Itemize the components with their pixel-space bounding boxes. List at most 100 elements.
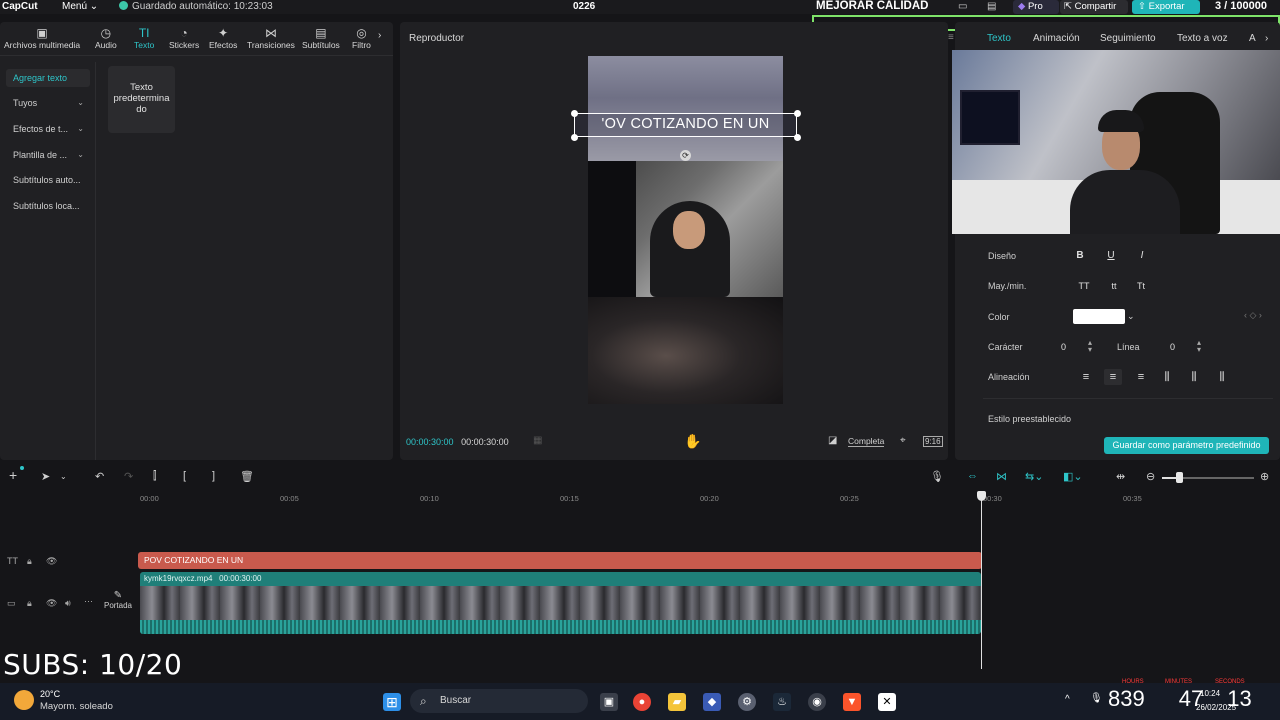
settings-icon[interactable]: ⚙ [738, 693, 756, 711]
align-top-icon[interactable]: ⫼ [1158, 369, 1176, 385]
chevron-down-icon[interactable]: ⌄ [60, 472, 67, 481]
eye-icon[interactable]: 👁︎ [46, 556, 57, 567]
resize-handle[interactable] [794, 110, 801, 117]
tab-audio[interactable]: ◷ Audio [95, 26, 117, 50]
snap-icon[interactable]: ⇆⌄ [1025, 470, 1043, 483]
tab-text-to-speech[interactable]: Texto a voz [1177, 33, 1228, 44]
trim-left-icon[interactable]: [ [183, 470, 186, 482]
tab-captions[interactable]: ▤ Subtítulos [302, 26, 340, 50]
more-icon[interactable]: ⋯ [84, 596, 93, 607]
video-preview[interactable] [588, 56, 783, 404]
chevron-up-icon[interactable]: ^ [1065, 694, 1070, 705]
clock-date[interactable]: 26/02/2025 [1196, 703, 1236, 712]
microphone-icon[interactable]: 🎙 [930, 470, 944, 483]
text-overlay-box[interactable]: 'OV COTIZANDO EN UN [574, 113, 797, 137]
align-left-icon[interactable]: ≡ [1077, 369, 1095, 385]
chevron-right-icon[interactable]: › [378, 30, 381, 41]
pro-button[interactable]: ◆ Pro [1013, 0, 1059, 14]
eye-icon[interactable]: 👁︎ [46, 598, 57, 609]
cursor-icon[interactable]: ➤ [41, 470, 50, 483]
tab-filters[interactable]: ◎ Filtro [352, 26, 371, 50]
task-view-icon[interactable]: ▣ [600, 693, 618, 711]
tab-animation[interactable]: Animación [1033, 33, 1080, 44]
trim-right-icon[interactable]: ] [212, 470, 215, 482]
align-bottom-icon[interactable]: ⫼ [1213, 369, 1231, 385]
zoom-slider-thumb[interactable] [1176, 472, 1183, 483]
taskbar-search[interactable]: ⌕ Buscar [410, 689, 588, 713]
volume-icon[interactable]: 🔊︎ [65, 598, 71, 609]
tab-more[interactable]: A [1249, 33, 1256, 44]
weather-sun-icon[interactable] [14, 690, 34, 710]
align-center-icon[interactable]: ≡ [1104, 369, 1122, 385]
chevron-down-icon[interactable]: ⌄ [1127, 311, 1135, 322]
category-mine[interactable]: Tuyos ⌄ [6, 94, 90, 112]
ratio-icon[interactable]: ◪ [828, 435, 837, 446]
category-text-effects[interactable]: Efectos de t... ⌄ [6, 120, 90, 138]
zoom-in-icon[interactable]: ⊕ [1260, 470, 1269, 483]
stepper-icon[interactable]: ▴ ▾ [1197, 339, 1201, 354]
windows-start-icon[interactable]: ⊞ [383, 693, 401, 711]
save-preset-button[interactable]: Guardar como parámetro predefinido [1104, 437, 1269, 454]
bold-button[interactable]: B [1071, 248, 1089, 264]
share-button[interactable]: ⇱ Compartir [1060, 0, 1128, 14]
redo-icon[interactable]: ↷ [124, 470, 133, 483]
cover-button[interactable]: ✎ Portada [102, 590, 134, 618]
menu-button[interactable]: Menú ⌄ [62, 1, 98, 12]
tab-text-props[interactable]: Texto [987, 33, 1011, 44]
aspect-ratio[interactable]: 9:16 [923, 436, 943, 447]
shortcuts-icon[interactable]: ▤ [987, 1, 996, 12]
clock-time[interactable]: 10:24 [1200, 689, 1220, 698]
zoom-out-icon[interactable]: ⊖ [1146, 470, 1155, 483]
menu-icon[interactable]: ≡ [948, 32, 954, 43]
resize-handle[interactable] [571, 134, 578, 141]
app-icon[interactable]: ◆ [703, 693, 721, 711]
category-templates[interactable]: Plantilla de ... ⌄ [6, 146, 90, 164]
lock-icon[interactable]: 🔒︎ [27, 556, 32, 567]
folder-icon[interactable]: ▰ [668, 693, 686, 711]
resize-handle[interactable] [571, 110, 578, 117]
magnet-icon[interactable]: ⋈ [996, 470, 1007, 483]
split-icon[interactable]: ⫿ [153, 470, 157, 483]
color-swatch[interactable] [1073, 309, 1125, 324]
default-text-card[interactable]: Texto predetermina do [108, 66, 175, 133]
align-middle-icon[interactable]: ⫼ [1185, 369, 1203, 385]
weather-desc[interactable]: Mayorm. soleado [40, 701, 113, 712]
capcut-icon[interactable]: ✕ [878, 693, 896, 711]
timeline-toggle-icon[interactable]: ▦ [533, 435, 542, 446]
video-clip[interactable]: kymk19rvqxcz.mp4 00:00:30:00 [140, 572, 981, 634]
tab-transitions[interactable]: ⋈ Transiciones [247, 26, 295, 50]
link-icon[interactable]: ⇔ [967, 470, 978, 482]
delete-icon[interactable]: 🗑 [240, 470, 254, 483]
category-add-text[interactable]: Agregar texto [6, 69, 90, 87]
rotate-icon[interactable]: ⟳ [680, 150, 691, 161]
char-spacing-value[interactable]: 0 [1061, 342, 1066, 352]
zoom-fit-icon[interactable]: ⌖ [900, 435, 906, 446]
playhead-handle[interactable] [977, 491, 986, 501]
tab-tracking[interactable]: Seguimiento [1100, 33, 1156, 44]
category-local-captions[interactable]: Subtítulos loca... [6, 197, 90, 215]
chrome-icon[interactable]: ● [633, 693, 651, 711]
lowercase-button[interactable]: tt [1105, 278, 1123, 294]
line-spacing-value[interactable]: 0 [1170, 342, 1175, 352]
layout-icon[interactable]: ▭ [958, 1, 967, 12]
add-icon[interactable]: + [9, 467, 17, 483]
text-clip[interactable]: POV COTIZANDO EN UN [138, 552, 982, 569]
tab-text[interactable]: TI Texto [134, 26, 154, 50]
ratio-mode[interactable]: Completa [848, 436, 885, 447]
undo-icon[interactable]: ↶ [95, 470, 104, 483]
align-right-icon[interactable]: ≡ [1132, 369, 1150, 385]
playhead[interactable] [981, 491, 982, 669]
export-button[interactable]: ⇧ Exportar [1132, 0, 1200, 14]
italic-button[interactable]: I [1133, 248, 1151, 264]
tab-effects[interactable]: ✦ Efectos [209, 26, 237, 50]
steam-icon[interactable]: ♨ [773, 693, 791, 711]
resize-handle[interactable] [794, 134, 801, 141]
microphone-icon[interactable]: 🎙 [1090, 693, 1103, 704]
preview-axis-icon[interactable]: ◧⌄ [1063, 470, 1083, 483]
titlecase-button[interactable]: Tt [1132, 278, 1150, 294]
tab-media[interactable]: ▣ Archivos multimedia [4, 26, 80, 50]
tab-stickers[interactable]: ◔ Stickers [169, 26, 199, 50]
category-auto-captions[interactable]: Subtítulos auto... [6, 171, 90, 189]
underline-button[interactable]: U [1102, 248, 1120, 264]
stepper-icon[interactable]: ▴ ▾ [1088, 339, 1092, 354]
